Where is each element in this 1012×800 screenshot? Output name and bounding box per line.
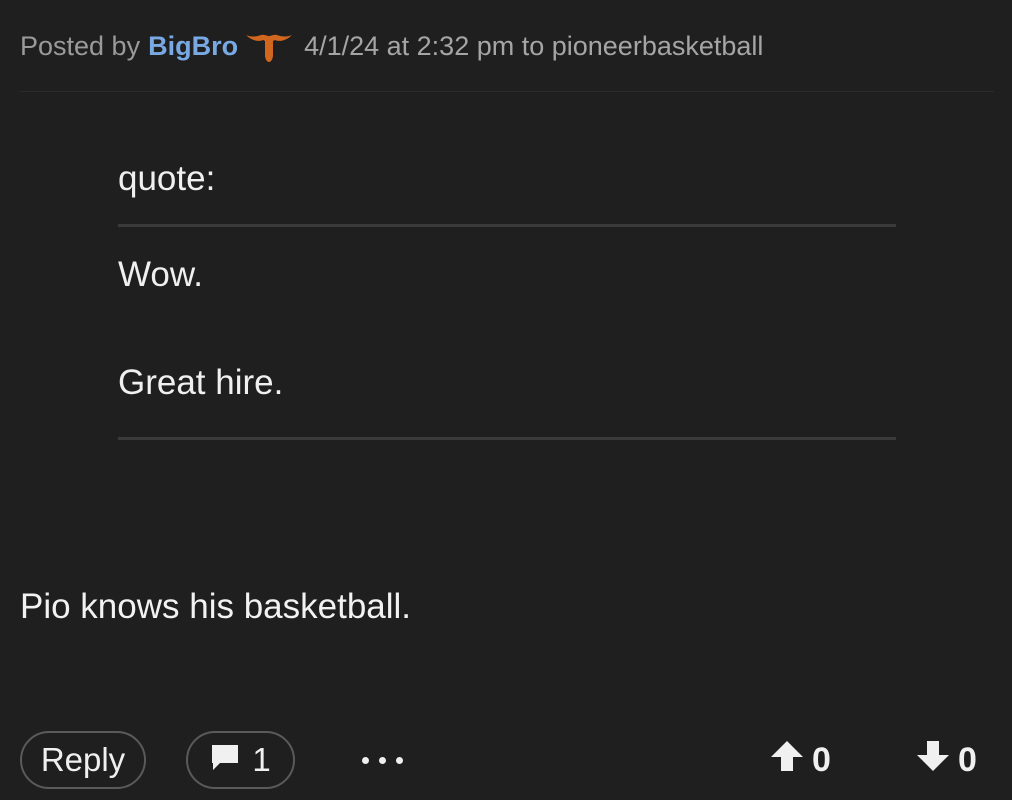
comment-icon	[210, 741, 240, 779]
quote-block: quote: Wow. Great hire.	[118, 150, 896, 440]
upvote-count: 0	[812, 740, 831, 779]
quote-divider-bottom	[118, 437, 896, 440]
quote-line: Great hire.	[118, 363, 284, 402]
arrow-down-icon	[916, 740, 950, 781]
reply-label: Reply	[40, 741, 126, 778]
arrow-up-icon	[770, 740, 804, 781]
reply-button[interactable]: Reply	[20, 731, 146, 789]
post-header: Posted by BigBro 4/1/24 at 2:32 pm to pi…	[20, 26, 994, 66]
more-options-button[interactable]	[352, 731, 412, 789]
more-dot	[378, 756, 386, 764]
upvote-button[interactable]: 0	[770, 731, 831, 789]
comment-count: 1	[252, 741, 271, 778]
username-link[interactable]: BigBro	[148, 31, 238, 62]
posted-by-label: Posted by	[20, 30, 141, 61]
post-footer: Reply 1 0 0	[20, 731, 986, 791]
quote-divider-top	[118, 224, 896, 227]
comments-button[interactable]: 1	[186, 731, 295, 789]
downvote-count: 0	[958, 740, 977, 779]
post-meta: 4/1/24 at 2:32 pm to pioneerbasketball	[304, 30, 764, 61]
quote-line: Wow.	[118, 255, 203, 294]
downvote-button[interactable]: 0	[916, 731, 977, 789]
quote-label: quote:	[118, 159, 216, 198]
header-divider	[20, 91, 994, 92]
more-dot	[361, 756, 369, 764]
longhorn-icon	[244, 29, 294, 63]
more-dot	[395, 756, 403, 764]
post-body: Pio knows his basketball.	[20, 587, 412, 626]
